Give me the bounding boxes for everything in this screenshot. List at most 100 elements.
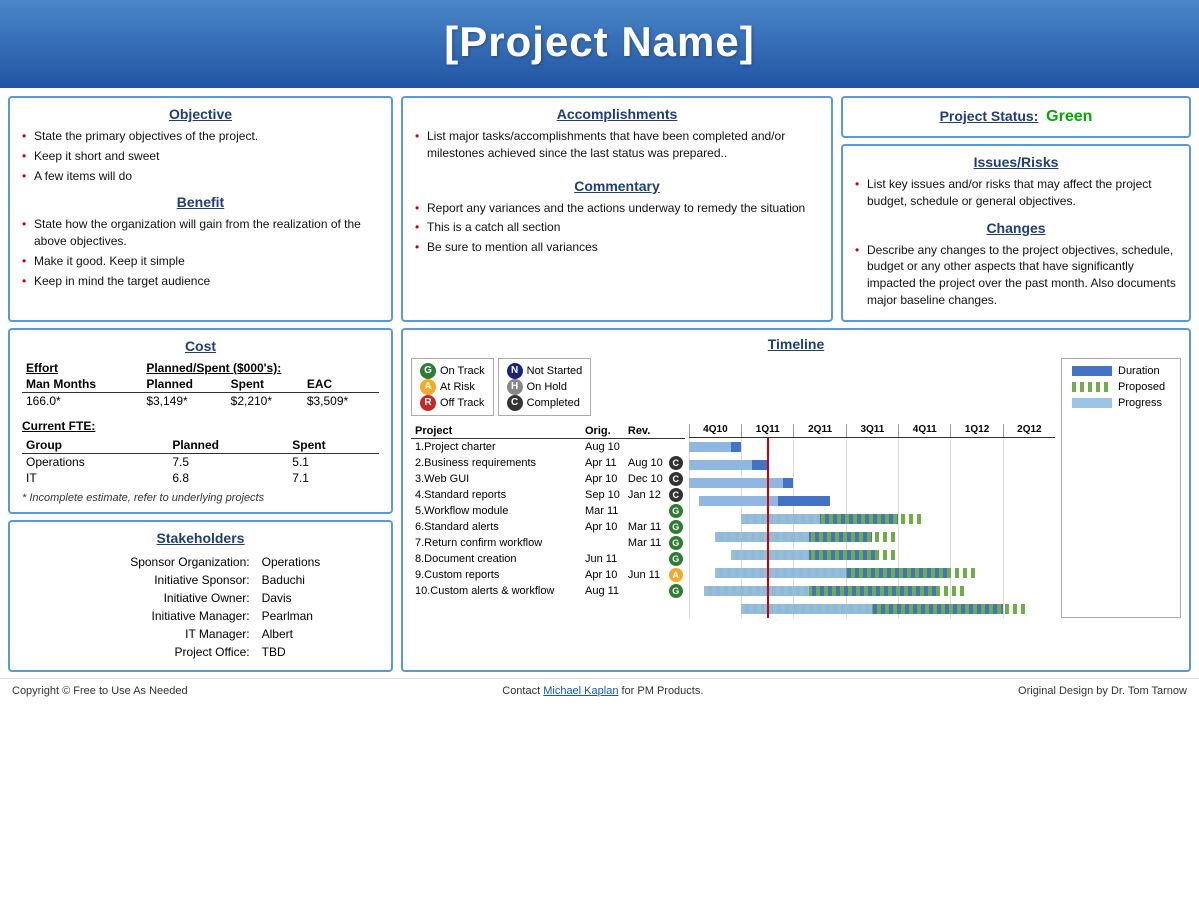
progress-bar bbox=[731, 550, 809, 560]
chart-row bbox=[689, 438, 1055, 456]
axis-cell: 2Q12 bbox=[1003, 424, 1055, 437]
chart-row bbox=[689, 474, 1055, 492]
progress-bar-sample bbox=[1072, 398, 1112, 408]
gantt-row: 7.Return confirm workflow Mar 11 G bbox=[411, 535, 685, 551]
progress-label: Progress bbox=[1118, 397, 1162, 409]
commentary-item: Be sure to mention all variances bbox=[415, 239, 819, 256]
timeline-left: G On Track A At Risk R Off Track bbox=[411, 358, 1055, 618]
progress-bar bbox=[689, 460, 752, 470]
objective-list: State the primary objectives of the proj… bbox=[22, 128, 379, 184]
stakeholder-row: Project Office: TBD bbox=[24, 644, 377, 660]
chart-row bbox=[689, 492, 1055, 510]
legend-proposed: Proposed bbox=[1072, 381, 1170, 393]
fte-col-group: Group bbox=[22, 437, 168, 454]
gantt-axis: 4Q101Q112Q113Q114Q111Q122Q12 bbox=[689, 424, 1055, 438]
gantt-row: 2.Business requirements Apr 11 Aug 10 C bbox=[411, 455, 685, 471]
col-orig: Orig. bbox=[581, 424, 624, 439]
fte-row: IT 6.8 7.1 bbox=[22, 470, 379, 486]
commentary-title: Commentary bbox=[415, 178, 819, 194]
right-column: Project Status: Green Issues/Risks List … bbox=[841, 96, 1191, 322]
col-rev: Rev. bbox=[624, 424, 667, 439]
stakeholders-panel: Stakeholders Sponsor Organization: Opera… bbox=[8, 520, 393, 672]
legend-completed: C Completed bbox=[507, 395, 583, 411]
issues-list: List key issues and/or risks that may af… bbox=[855, 176, 1177, 210]
col-man-months: Man Months bbox=[22, 376, 142, 393]
col-spent: Spent bbox=[227, 376, 303, 393]
legend-on-track: G On Track bbox=[420, 363, 485, 379]
page-title: [Project Name] bbox=[0, 18, 1199, 66]
timeline-title: Timeline bbox=[411, 336, 1181, 352]
chart-row bbox=[689, 528, 1055, 546]
fte-col-spent: Spent bbox=[288, 437, 379, 454]
gantt-row: 9.Custom reports Apr 10 Jun 11 A bbox=[411, 567, 685, 583]
footer-link[interactable]: Michael Kaplan bbox=[543, 685, 618, 697]
objective-title: Objective bbox=[22, 106, 379, 122]
val-planned: $3,149* bbox=[142, 392, 226, 409]
gantt-data-table: Project Orig. Rev. 1.Project charter Aug… bbox=[411, 424, 685, 618]
gantt-rows bbox=[689, 438, 1055, 618]
progress-bar bbox=[699, 496, 777, 506]
cost-panel: Cost Effort Planned/Spent ($000's): Man … bbox=[8, 328, 393, 514]
fte-label: Current FTE: bbox=[22, 419, 379, 433]
footer-middle: Contact Michael Kaplan for PM Products. bbox=[502, 685, 703, 697]
gantt-row: 10.Custom alerts & workflow Aug 11 G bbox=[411, 583, 685, 599]
gantt-chart-area: 4Q101Q112Q113Q114Q111Q122Q12 bbox=[689, 424, 1055, 618]
objective-item: Keep it short and sweet bbox=[22, 148, 379, 165]
gantt-row: 1.Project charter Aug 10 bbox=[411, 438, 685, 455]
project-status-panel: Project Status: Green bbox=[841, 96, 1191, 138]
axis-cell: 2Q11 bbox=[793, 424, 845, 437]
cost-title: Cost bbox=[22, 338, 379, 354]
axis-cell: 1Q11 bbox=[741, 424, 793, 437]
accomplishments-commentary-panel: Accomplishments List major tasks/accompl… bbox=[401, 96, 833, 322]
chart-row bbox=[689, 600, 1055, 618]
progress-bar bbox=[715, 568, 846, 578]
legend-on-hold: H On Hold bbox=[507, 379, 583, 395]
legend-progress: Progress bbox=[1072, 397, 1170, 409]
status-value: Green bbox=[1046, 108, 1092, 125]
objective-item: State the primary objectives of the proj… bbox=[22, 128, 379, 145]
objective-benefit-panel: Objective State the primary objectives o… bbox=[8, 96, 393, 322]
stakeholders-title: Stakeholders bbox=[22, 530, 379, 546]
stakeholder-row: Initiative Manager: Pearlman bbox=[24, 608, 377, 624]
progress-bar bbox=[704, 586, 809, 596]
proposed-bar-sample bbox=[1072, 382, 1112, 392]
on-hold-icon: H bbox=[507, 379, 523, 395]
progress-bar bbox=[741, 514, 819, 524]
timeline-panel: Timeline G On Track A At Risk bbox=[401, 328, 1191, 672]
val-spent: $2,210* bbox=[227, 392, 303, 409]
chart-row bbox=[689, 564, 1055, 582]
footer: Copyright © Free to Use As Needed Contac… bbox=[0, 678, 1199, 703]
benefit-list: State how the organization will gain fro… bbox=[22, 216, 379, 289]
chart-row bbox=[689, 456, 1055, 474]
on-track-icon: G bbox=[420, 363, 436, 379]
stakeholders-table: Sponsor Organization: Operations Initiat… bbox=[22, 552, 379, 662]
completed-icon: C bbox=[507, 395, 523, 411]
progress-bar bbox=[715, 532, 809, 542]
duration-bar-sample bbox=[1072, 366, 1112, 376]
axis-cell: 1Q12 bbox=[950, 424, 1002, 437]
commentary-item: This is a catch all section bbox=[415, 219, 819, 236]
val-man-months: 166.0* bbox=[22, 392, 142, 409]
planned-spent-label: Planned/Spent ($000's): bbox=[142, 360, 379, 376]
axis-cell: 4Q11 bbox=[898, 424, 950, 437]
benefit-item: Keep in mind the target audience bbox=[22, 273, 379, 290]
progress-bar bbox=[689, 442, 731, 452]
accomplishments-title: Accomplishments bbox=[415, 106, 819, 122]
changes-list: Describe any changes to the project obje… bbox=[855, 242, 1177, 309]
objective-item: A few items will do bbox=[22, 168, 379, 185]
gantt-row: 4.Standard reports Sep 10 Jan 12 C bbox=[411, 487, 685, 503]
status-legend-box2: N Not Started H On Hold C Completed bbox=[498, 358, 592, 416]
benefit-item: State how the organization will gain fro… bbox=[22, 216, 379, 250]
changes-title: Changes bbox=[855, 220, 1177, 236]
gantt-row: 5.Workflow module Mar 11 G bbox=[411, 503, 685, 519]
commentary-list: Report any variances and the actions und… bbox=[415, 200, 819, 256]
gantt-row: 8.Document creation Jun 11 G bbox=[411, 551, 685, 567]
issues-risks-panel: Issues/Risks List key issues and/or risk… bbox=[841, 144, 1191, 322]
axis-cell: 4Q10 bbox=[689, 424, 741, 437]
stakeholder-row: Initiative Sponsor: Baduchi bbox=[24, 572, 377, 588]
col-project: Project bbox=[411, 424, 581, 439]
fte-table: Group Planned Spent Operations 7.5 5.1 I… bbox=[22, 437, 379, 486]
footer-right: Original Design by Dr. Tom Tarnow bbox=[1018, 685, 1187, 697]
gantt-container: Project Orig. Rev. 1.Project charter Aug… bbox=[411, 424, 1055, 618]
off-track-icon: R bbox=[420, 395, 436, 411]
